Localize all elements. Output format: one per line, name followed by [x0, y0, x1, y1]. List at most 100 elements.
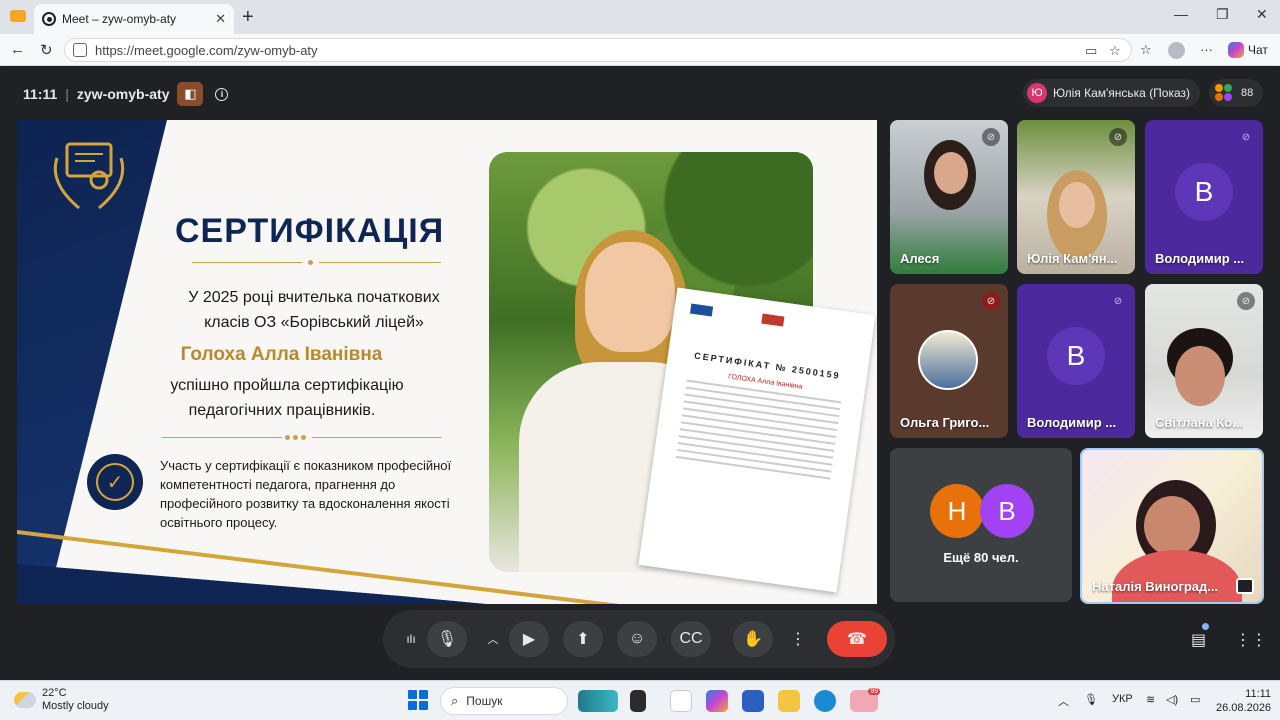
site-info-icon[interactable]	[73, 43, 87, 57]
participant-tile[interactable]: ⊘ Юлія Кам'ян...	[1017, 120, 1135, 274]
copilot-icon	[1228, 42, 1244, 58]
edge-browser-icon[interactable]	[814, 690, 836, 712]
wifi-icon[interactable]: ≋	[1146, 693, 1155, 706]
microphone-button[interactable]: 🎙	[427, 621, 467, 657]
participant-face	[1144, 496, 1200, 556]
raise-hand-button[interactable]: ✋	[733, 621, 773, 657]
camera-button[interactable]: ▶	[509, 621, 549, 657]
ministry-logo-icon	[689, 303, 714, 317]
participant-avatar	[918, 330, 978, 390]
slide-text-line3: успішно пройшла сертифікацію	[170, 377, 404, 394]
mic-off-icon: ⊘	[1113, 295, 1123, 307]
store-icon[interactable]	[742, 690, 764, 712]
volume-icon[interactable]: ◁)	[1166, 693, 1178, 706]
temperature: 22°C	[42, 687, 67, 699]
participant-tile[interactable]: В ⊘ Володимир ...	[1017, 284, 1135, 438]
divider-left	[192, 262, 302, 263]
browser-tab-bar: Meet – zyw-omyb-aty ✕ + — ❐ ✕	[0, 0, 1280, 34]
host-controls-icon[interactable]: ◧	[177, 82, 204, 106]
system-clock[interactable]: 11:11 26.08.2026	[1216, 687, 1271, 715]
participant-count: 88	[1241, 87, 1254, 99]
meeting-time: 11:11	[23, 86, 58, 102]
certificate-document: СЕРТИФІКАТ № 2500159 ГОЛОХА Алла Іванівн…	[638, 287, 876, 593]
participant-initial: В	[1175, 163, 1233, 221]
search-label: Пошук	[466, 694, 503, 708]
camera-indicator-icon	[10, 10, 26, 22]
participant-tile[interactable]: В ⊘ Володимир ...	[1145, 120, 1263, 274]
address-bar: ← ↻ https://meet.google.com/zyw-omyb-aty…	[0, 34, 1280, 66]
minimize-button[interactable]: —	[1174, 6, 1188, 22]
task-view-icon[interactable]	[630, 690, 646, 712]
participant-initial: В	[1047, 327, 1105, 385]
photo-face	[585, 242, 675, 352]
back-button[interactable]: ←	[10, 41, 25, 58]
record-icon	[42, 12, 56, 26]
divider2-dot	[293, 435, 298, 440]
self-view-tile[interactable]: Наталія Виноград...	[1080, 448, 1264, 604]
clock-time: 11:11	[1245, 688, 1272, 700]
participant-face	[1059, 182, 1095, 228]
activities-button[interactable]: ⋮⋮	[1235, 630, 1267, 650]
file-explorer-icon[interactable]	[778, 690, 800, 712]
more-options-button[interactable]: ⋮	[785, 621, 811, 657]
present-screen-button[interactable]: ⬆	[563, 621, 603, 657]
search-icon: ⌕	[451, 693, 459, 708]
separator: |	[65, 86, 69, 102]
notification-badge: 99	[868, 688, 880, 695]
close-window-button[interactable]: ✕	[1256, 6, 1268, 23]
leave-call-button[interactable]: ☎	[827, 621, 887, 657]
participant-name: Наталія Виноград...	[1092, 579, 1219, 594]
weather-description: Mostly cloudy	[42, 700, 109, 712]
participant-name: Ольга Григо...	[900, 415, 990, 430]
mic-off-icon: ⊘	[1237, 292, 1255, 310]
picture-in-picture-icon[interactable]	[1236, 578, 1254, 594]
captions-button[interactable]: CC	[671, 621, 711, 657]
reactions-button[interactable]: ☺	[617, 621, 657, 657]
chat-notification-dot	[1202, 623, 1209, 630]
new-tab-button[interactable]: +	[242, 6, 254, 29]
participant-initial: В	[980, 484, 1034, 538]
more-menu-icon[interactable]: ···	[1200, 42, 1213, 57]
presenter-label: Юлія Кам'янська (Показ)	[1053, 86, 1191, 100]
camera-options-chevron-icon[interactable]: ︿	[479, 621, 507, 657]
clock-date: 26.08.2026	[1216, 702, 1272, 714]
close-tab-icon[interactable]: ✕	[215, 11, 226, 27]
slide-text-line1: У 2025 році вчителька початкових	[188, 289, 440, 306]
meeting-info: 11:11 | zyw-omyb-aty ◧ i	[23, 82, 229, 106]
copilot-button[interactable]: Чат	[1228, 42, 1268, 58]
widgets-icon[interactable]	[578, 690, 618, 712]
microphone-tray-icon[interactable]: 🎙	[1084, 693, 1098, 706]
meeting-code: zyw-omyb-aty	[76, 86, 170, 102]
telegram-icon[interactable]: 99	[850, 688, 880, 712]
presenter-chip[interactable]: Ю Юлія Кам'янська (Показ)	[1023, 79, 1201, 107]
participant-tile[interactable]: ⊘ Алеся	[890, 120, 1008, 274]
participants-icon	[1215, 84, 1233, 102]
profile-avatar[interactable]	[1168, 42, 1185, 59]
url-text: https://meet.google.com/zyw-omyb-aty	[95, 42, 318, 58]
url-field[interactable]: https://meet.google.com/zyw-omyb-aty ▭ ☆	[64, 38, 1132, 62]
camera-in-use-icon[interactable]: ▭	[1085, 43, 1097, 59]
favorite-star-icon[interactable]: ☆	[1109, 43, 1121, 59]
more-participants-tile[interactable]: Н В Ещё 80 чел.	[890, 448, 1072, 602]
participant-tile[interactable]: ⊘ Світлана Ко...	[1145, 284, 1263, 438]
taskbar-search[interactable]: ⌕ Пошук	[440, 687, 568, 715]
info-icon[interactable]: i	[215, 87, 229, 101]
slide-note: Участь у сертифікації є показником профе…	[160, 458, 452, 530]
copilot-app-icon[interactable]	[706, 690, 728, 712]
participant-tile[interactable]: ⊘ Ольга Григо...	[890, 284, 1008, 438]
start-button[interactable]	[408, 690, 428, 710]
teacher-name: Голоха Алла Іванівна	[180, 344, 383, 365]
app-icon[interactable]	[670, 690, 692, 712]
maximize-button[interactable]: ❐	[1216, 6, 1229, 23]
chat-button[interactable]: ▤	[1191, 630, 1206, 650]
reload-button[interactable]: ↻	[40, 41, 53, 59]
weather-widget[interactable]: 22°C Mostly cloudy	[14, 687, 109, 713]
participant-face	[934, 152, 968, 194]
favorites-icon[interactable]: ☆	[1140, 42, 1152, 58]
battery-icon[interactable]: ▭	[1190, 693, 1200, 706]
participants-button[interactable]: 88	[1209, 79, 1263, 107]
browser-tab-meet[interactable]: Meet – zyw-omyb-aty ✕	[34, 4, 234, 34]
audio-level-icon: ılı	[406, 632, 416, 646]
input-language[interactable]: УКР	[1112, 693, 1133, 705]
show-hidden-icons[interactable]: ︿	[1058, 693, 1069, 709]
